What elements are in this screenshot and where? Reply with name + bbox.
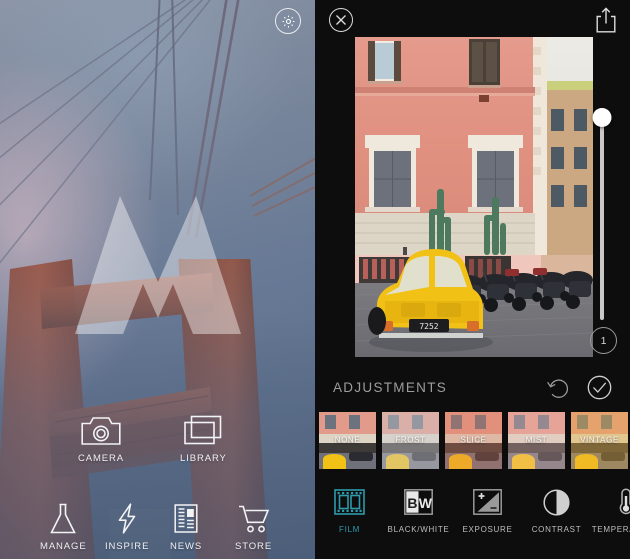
editor-panel: 7252 1 ADJUSTMENTS NONE FROST SLICE MIST…	[315, 0, 630, 559]
menu-item-library[interactable]: LIBRARY	[180, 415, 227, 464]
editor-topbar	[315, 0, 630, 36]
lightning-bolt-icon	[116, 503, 138, 534]
menu-item-label: MANAGE	[40, 541, 87, 552]
adjustments-actions	[546, 375, 612, 400]
menu-item-manage[interactable]: MANAGE	[40, 503, 87, 552]
filter-thumbnail[interactable]: MIST	[508, 411, 565, 469]
share-button[interactable]	[595, 7, 617, 33]
filter-label: NONE	[334, 435, 361, 445]
tool-film[interactable]: FILM	[315, 487, 384, 534]
confirm-button[interactable]	[587, 375, 612, 400]
tool-exposure[interactable]: EXPOSURE	[453, 487, 522, 534]
film-strip-icon	[333, 487, 366, 517]
slider-knob[interactable]	[592, 108, 612, 127]
exposure-icon	[471, 487, 504, 517]
photo-preview[interactable]: 7252	[355, 37, 593, 357]
filter-thumbnail[interactable]: FROST	[382, 411, 439, 469]
bw-icon: B W	[402, 487, 435, 517]
menu-item-label: CAMERA	[78, 453, 125, 464]
library-icon	[183, 415, 223, 446]
camera-icon	[81, 415, 121, 446]
tool-bar[interactable]: FILM B W BLACK/WHITE EXPOSURE CONTRAST T…	[315, 475, 630, 559]
menu-item-store[interactable]: STORE	[235, 503, 272, 552]
adjustments-title: ADJUSTMENTS	[333, 379, 448, 395]
opacity-slider[interactable]	[592, 108, 612, 320]
app-root: CAMERA LIBRARY MANAGE INSPIRE NEWS STORE…	[0, 0, 630, 559]
undo-button[interactable]	[546, 375, 571, 400]
menu-item-inspire[interactable]: INSPIRE	[105, 503, 149, 552]
menu-item-label: NEWS	[170, 541, 203, 552]
tool-label: BLACK/WHITE	[387, 525, 450, 534]
filter-thumbnail[interactable]: NONE	[319, 411, 376, 469]
filter-label: VINTAGE	[580, 435, 619, 445]
tool-label: CONTRAST	[531, 525, 582, 534]
checkmark-circle-icon	[587, 375, 612, 400]
layer-count-value: 1	[600, 334, 607, 347]
home-menu: CAMERA LIBRARY MANAGE INSPIRE NEWS STORE	[0, 0, 315, 559]
menu-item-label: LIBRARY	[180, 453, 227, 464]
shopping-cart-icon	[238, 503, 270, 534]
svg-text:W: W	[419, 495, 433, 511]
filter-label: MIST	[525, 435, 548, 445]
share-icon	[595, 7, 617, 33]
svg-text:7252: 7252	[419, 322, 438, 331]
contrast-icon	[540, 487, 573, 517]
tool-label: FILM	[338, 525, 361, 534]
undo-icon	[546, 375, 571, 400]
svg-text:B: B	[407, 495, 417, 511]
filter-label: SLICE	[460, 435, 487, 445]
menu-item-label: STORE	[235, 541, 273, 552]
filter-strip[interactable]: NONE FROST SLICE MIST VINTAGE	[315, 410, 630, 470]
tool-black-white[interactable]: B W BLACK/WHITE	[384, 487, 453, 534]
tool-temperature[interactable]: TEMPERATURE	[591, 487, 630, 534]
slider-track[interactable]	[600, 112, 604, 320]
menu-item-news[interactable]: NEWS	[170, 503, 202, 552]
photo-image: 7252	[355, 37, 593, 357]
newspaper-icon	[174, 503, 198, 534]
home-screen-panel: CAMERA LIBRARY MANAGE INSPIRE NEWS STORE	[0, 0, 315, 559]
close-button[interactable]	[329, 8, 353, 32]
filter-thumbnail[interactable]: VINTAGE	[571, 411, 628, 469]
flask-icon	[49, 503, 77, 534]
adjustments-header: ADJUSTMENTS	[315, 367, 630, 407]
menu-item-camera[interactable]: CAMERA	[78, 415, 124, 464]
menu-item-label: INSPIRE	[105, 541, 150, 552]
close-icon	[335, 14, 347, 26]
tool-label: TEMPERATURE	[591, 525, 630, 534]
thermometer-icon	[609, 487, 630, 517]
filter-label: FROST	[395, 435, 426, 445]
tool-label: EXPOSURE	[462, 525, 513, 534]
filter-thumbnail[interactable]: SLICE	[445, 411, 502, 469]
layer-count-badge[interactable]: 1	[590, 327, 617, 354]
tool-contrast[interactable]: CONTRAST	[522, 487, 591, 534]
